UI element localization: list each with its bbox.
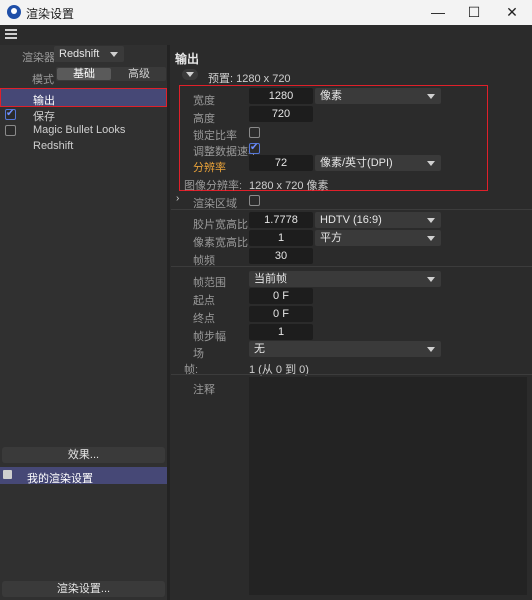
field-dropdown[interactable]: 无 [249,341,441,357]
divider-line [171,209,532,210]
chevron-down-icon [427,236,435,241]
width-unit-value: 像素 [320,90,342,102]
field-label: 场 [193,348,204,360]
chevron-down-icon [427,94,435,99]
highlight-box-output [0,88,167,107]
resolution-unit-dropdown[interactable]: 像素/英寸(DPI) [315,155,441,171]
width-field[interactable]: 1280 [249,88,313,104]
mode-tab-basic[interactable]: 基础 [57,68,111,80]
section-title-output: 输出 [175,52,200,66]
preset-dropdown-button[interactable] [182,69,198,80]
preset-label: 预置: 1280 x 720 [208,73,291,85]
lock-ratio-checkbox[interactable] [249,127,260,138]
image-resolution-label: 图像分辨率: [184,180,243,192]
film-aspect-dropdown[interactable]: HDTV (16:9) [315,212,441,228]
list-item-label[interactable]: Magic Bullet Looks [33,124,125,136]
chevron-down-icon [427,347,435,352]
checkmark-icon: ✔ [6,108,15,119]
chevron-down-icon [110,52,118,57]
pixel-aspect-dropdown[interactable]: 平方 [315,230,441,246]
height-label: 高度 [193,113,215,125]
list-item-label[interactable]: Redshift [33,140,73,152]
panel-divider[interactable] [167,45,170,600]
menu-bar [0,25,532,45]
list-item-label: 输出 [33,95,55,107]
width-label: 宽度 [193,95,215,107]
renderer-value: Redshift [59,48,100,60]
end-field[interactable]: 0 F [249,306,313,322]
lock-ratio-label: 锁定比率 [193,130,237,142]
mode-tab-advanced[interactable]: 高级 [112,68,166,80]
pixel-aspect-field[interactable]: 1 [249,230,313,246]
notes-textarea[interactable] [249,377,527,595]
frame-range-label: 帧范围 [193,277,226,289]
fps-field[interactable]: 30 [249,248,313,264]
start-label: 起点 [193,295,215,307]
list-item-label[interactable]: 保存 [33,108,55,124]
render-setting-icon [3,470,12,479]
field-value: 无 [254,343,265,355]
chevron-down-icon [427,277,435,282]
frame-range-value: 当前帧 [254,273,287,285]
render-setting-label: 我的渲染设置 [27,473,93,485]
height-field[interactable]: 720 [249,106,313,122]
image-resolution-value: 1280 x 720 像素 [249,180,329,192]
frame-step-label: 帧步幅 [193,331,226,343]
renderer-label: 渲染器 [22,52,55,64]
start-field[interactable]: 0 F [249,288,313,304]
chevron-down-icon [186,72,194,77]
render-region-checkbox[interactable] [249,195,260,206]
divider-line [171,266,532,267]
chevron-down-icon [427,161,435,166]
minimize-button[interactable]: — [420,0,456,25]
renderer-dropdown[interactable]: Redshift [54,46,124,62]
film-aspect-field[interactable]: 1.7778 [249,212,313,228]
checkmark-icon: ✔ [250,142,259,153]
frame-step-field[interactable]: 1 [249,324,313,340]
effects-button[interactable]: 效果... [2,447,165,463]
maximize-button[interactable]: ☐ [456,0,492,25]
close-button[interactable]: ✕ [494,0,530,25]
resolution-unit-value: 像素/英寸(DPI) [320,157,393,169]
resolution-label: 分辨率 [193,162,226,174]
magic-bullet-checkbox[interactable] [5,125,16,136]
chevron-right-icon[interactable]: › [176,193,179,204]
divider-line [171,374,532,375]
mode-label: 模式 [32,74,54,86]
width-unit-dropdown[interactable]: 像素 [315,88,441,104]
film-aspect-label: 胶片宽高比 [193,219,248,231]
pixel-aspect-preset: 平方 [320,232,342,244]
notes-label: 注释 [193,384,215,396]
end-label: 终点 [193,313,215,325]
hamburger-menu-icon[interactable] [5,29,17,39]
film-aspect-preset: HDTV (16:9) [320,214,382,226]
cinema4d-app-icon [7,5,21,19]
chevron-down-icon [427,218,435,223]
resolution-field[interactable]: 72 [249,155,313,171]
frame-range-dropdown[interactable]: 当前帧 [249,271,441,287]
window-title: 渲染设置 [26,7,75,21]
render-settings-button[interactable]: 渲染设置... [2,581,165,597]
pixel-aspect-label: 像素宽高比 [193,237,248,249]
